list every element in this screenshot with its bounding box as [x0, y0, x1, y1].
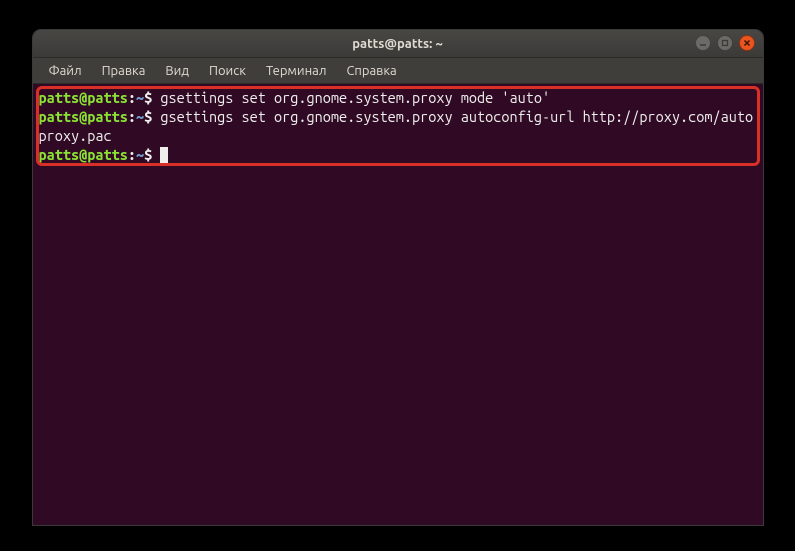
prompt-dollar: $: [144, 89, 152, 106]
minimize-button[interactable]: [695, 35, 711, 51]
menu-search[interactable]: Поиск: [201, 61, 254, 81]
menu-view[interactable]: Вид: [157, 61, 197, 81]
prompt-colon: :: [128, 89, 136, 106]
prompt-path: ~: [136, 89, 144, 106]
prompt-userhost: patts@patts: [39, 89, 128, 106]
close-button[interactable]: [739, 35, 755, 51]
prompt-path: ~: [136, 108, 144, 125]
maximize-button[interactable]: [717, 35, 733, 51]
prompt-dollar: $: [144, 108, 152, 125]
terminal-line: patts@patts:~$ gsettings set org.gnome.s…: [39, 88, 757, 107]
prompt-path: ~: [136, 146, 144, 163]
terminal-window: patts@patts: ~ Файл Правка Вид Поиск Тер…: [33, 30, 763, 525]
minimize-icon: [699, 39, 707, 47]
menubar: Файл Правка Вид Поиск Терминал Справка: [33, 58, 763, 84]
terminal-line: patts@patts:~$ gsettings set org.gnome.s…: [39, 107, 757, 145]
terminal-area[interactable]: patts@patts:~$ gsettings set org.gnome.s…: [33, 84, 763, 525]
menu-help[interactable]: Справка: [338, 61, 404, 81]
menu-edit[interactable]: Правка: [94, 61, 154, 81]
window-controls: [695, 35, 755, 51]
titlebar[interactable]: patts@patts: ~: [33, 30, 763, 58]
cursor: [160, 147, 168, 163]
menu-file[interactable]: Файл: [41, 61, 90, 81]
prompt-colon: :: [128, 108, 136, 125]
prompt-userhost: patts@patts: [39, 108, 128, 125]
terminal-line: patts@patts:~$: [39, 145, 757, 164]
menu-terminal[interactable]: Терминал: [258, 61, 334, 81]
window-title: patts@patts: ~: [352, 37, 443, 51]
command-text: gsettings set org.gnome.system.proxy mod…: [160, 89, 550, 106]
prompt-userhost: patts@patts: [39, 146, 128, 163]
close-icon: [743, 39, 751, 47]
prompt-dollar: $: [144, 146, 152, 163]
prompt-colon: :: [128, 146, 136, 163]
maximize-icon: [721, 39, 729, 47]
